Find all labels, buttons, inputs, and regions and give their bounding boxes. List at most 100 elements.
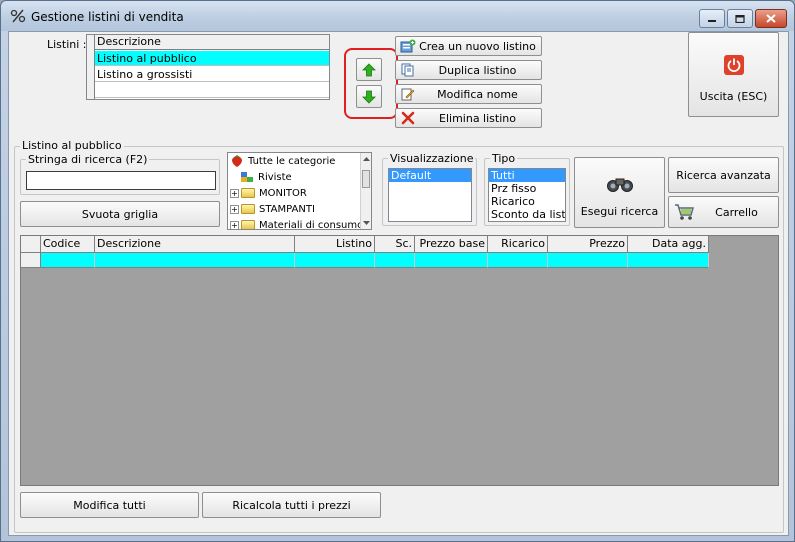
- tree-node-label: Tutte le categorie: [248, 155, 336, 167]
- type-legend: Tipo: [490, 152, 518, 165]
- row-indicator[interactable]: [21, 253, 41, 268]
- view-legend: Visualizzazione: [388, 152, 476, 165]
- type-option[interactable]: Sconto da listin: [489, 208, 565, 221]
- grid-cell[interactable]: [295, 253, 375, 268]
- cart-icon: [675, 204, 694, 220]
- arrow-up-icon: [362, 62, 376, 76]
- client-area: Listini : Descrizione Listino al pubblic…: [8, 31, 789, 536]
- grid-header-codice[interactable]: Codice: [41, 236, 95, 253]
- copy-icon: [401, 63, 414, 77]
- edit-all-label: Modifica tutti: [73, 498, 146, 512]
- category-tree[interactable]: Tutte le categorie Riviste + MONITOR + S…: [227, 152, 372, 230]
- grid-cell[interactable]: [548, 253, 628, 268]
- cart-label: Carrello: [715, 205, 758, 219]
- listini-item[interactable]: Listino al pubblico: [95, 51, 329, 66]
- maximize-icon: [735, 14, 745, 23]
- tree-node-label: MONITOR: [259, 187, 307, 199]
- grid-cell[interactable]: [628, 253, 709, 268]
- maximize-button[interactable]: [727, 9, 753, 28]
- close-button[interactable]: [755, 9, 787, 28]
- arrow-down-icon: [362, 90, 376, 104]
- listini-empty-row: [95, 83, 329, 98]
- strawberry-icon: [232, 155, 242, 167]
- listini-label: Listini :: [47, 38, 87, 51]
- grid-cell[interactable]: [41, 253, 95, 268]
- clear-grid-button[interactable]: Svuota griglia: [20, 201, 220, 227]
- create-list-button[interactable]: Crea un nuovo listino: [395, 36, 542, 56]
- main-window: Gestione listini di vendita Listini : De…: [0, 0, 795, 542]
- title-bar: Gestione listini di vendita: [1, 1, 794, 31]
- folder-icon: [241, 220, 255, 229]
- tree-scrollbar[interactable]: [360, 153, 371, 229]
- grid-header-sconto[interactable]: Sc.: [375, 236, 415, 253]
- tree-node-label: Riviste: [258, 171, 292, 183]
- type-list[interactable]: Tutti Prz fisso Ricarico Sconto da listi…: [488, 168, 566, 222]
- tree-node-stampanti[interactable]: + STAMPANTI: [230, 201, 315, 217]
- grid-cell[interactable]: [95, 253, 295, 268]
- minimize-icon: [708, 19, 716, 22]
- prices-grid[interactable]: Codice Descrizione Listino Sc. Prezzo ba…: [20, 235, 779, 486]
- view-option[interactable]: Default: [389, 169, 471, 182]
- duplicate-list-label: Duplica listino: [438, 63, 517, 77]
- grid-header-prezzo-base[interactable]: Prezzo base: [415, 236, 488, 253]
- new-list-icon: [400, 39, 416, 53]
- tree-node-root[interactable]: Tutte le categorie: [230, 153, 335, 169]
- view-list[interactable]: Default: [388, 168, 472, 222]
- scroll-up-icon[interactable]: [361, 154, 372, 164]
- clear-grid-label: Svuota griglia: [81, 207, 159, 221]
- tree-node-materiali[interactable]: + Materiali di consumo: [230, 217, 364, 230]
- grid-header-ricarico[interactable]: Ricarico: [488, 236, 548, 253]
- search-input[interactable]: [26, 171, 216, 190]
- type-option[interactable]: Prz fisso: [489, 182, 565, 195]
- grid-header-data-agg[interactable]: Data agg.: [628, 236, 709, 253]
- advanced-search-label: Ricerca avanzata: [676, 168, 771, 182]
- grid-header-descrizione[interactable]: Descrizione: [95, 236, 295, 253]
- category-icon: [241, 172, 253, 182]
- grid-cell[interactable]: [415, 253, 488, 268]
- expand-icon[interactable]: +: [230, 204, 239, 214]
- type-option[interactable]: Ricarico: [489, 195, 565, 208]
- scroll-thumb[interactable]: [362, 170, 370, 188]
- grid-header-prezzo[interactable]: Prezzo: [548, 236, 628, 253]
- grid-header-listino[interactable]: Listino: [295, 236, 375, 253]
- exit-label: Uscita (ESC): [699, 90, 768, 103]
- listini-item[interactable]: Listino a grossisti: [95, 67, 329, 82]
- tree-node-riviste[interactable]: Riviste: [240, 169, 292, 185]
- move-up-button[interactable]: [356, 58, 382, 81]
- delete-list-button[interactable]: Elimina listino: [395, 108, 542, 128]
- listini-header: Descrizione: [95, 35, 329, 50]
- rename-list-button[interactable]: Modifica nome: [395, 84, 542, 104]
- binoculars-icon: [606, 178, 633, 192]
- create-list-label: Crea un nuovo listino: [419, 39, 536, 53]
- advanced-search-button[interactable]: Ricerca avanzata: [668, 157, 779, 193]
- duplicate-list-button[interactable]: Duplica listino: [395, 60, 542, 80]
- delete-list-label: Elimina listino: [439, 111, 516, 125]
- expand-icon[interactable]: +: [230, 188, 239, 198]
- recalc-prices-label: Ricalcola tutti i prezzi: [232, 498, 351, 512]
- run-search-label: Esegui ricerca: [580, 205, 659, 218]
- folder-icon: [241, 204, 255, 214]
- rename-list-label: Modifica nome: [437, 87, 518, 101]
- percent-icon: [10, 9, 26, 23]
- recalc-prices-button[interactable]: Ricalcola tutti i prezzi: [202, 492, 381, 518]
- scroll-down-icon[interactable]: [361, 218, 372, 228]
- grid-cell[interactable]: [488, 253, 548, 268]
- move-down-button[interactable]: [356, 85, 382, 108]
- grid-corner: [21, 236, 41, 253]
- close-icon: [766, 14, 776, 23]
- type-option[interactable]: Tutti: [489, 169, 565, 182]
- edit-all-button[interactable]: Modifica tutti: [20, 492, 199, 518]
- section-title: Listino al pubblico: [20, 139, 124, 152]
- expand-icon[interactable]: +: [230, 220, 239, 229]
- window-title: Gestione listini di vendita: [31, 10, 184, 24]
- listini-grid[interactable]: Descrizione Listino al pubblico Listino …: [86, 34, 330, 100]
- run-search-button[interactable]: Esegui ricerca: [574, 157, 665, 228]
- exit-button[interactable]: Uscita (ESC): [688, 32, 779, 117]
- search-legend: Stringa di ricerca (F2): [26, 153, 150, 166]
- grid-cell[interactable]: [375, 253, 415, 268]
- tree-node-monitor[interactable]: + MONITOR: [230, 185, 307, 201]
- minimize-button[interactable]: [699, 9, 725, 28]
- cart-button[interactable]: Carrello: [668, 196, 779, 228]
- tree-node-label: Materiali di consumo: [259, 219, 364, 230]
- power-icon: [723, 55, 744, 75]
